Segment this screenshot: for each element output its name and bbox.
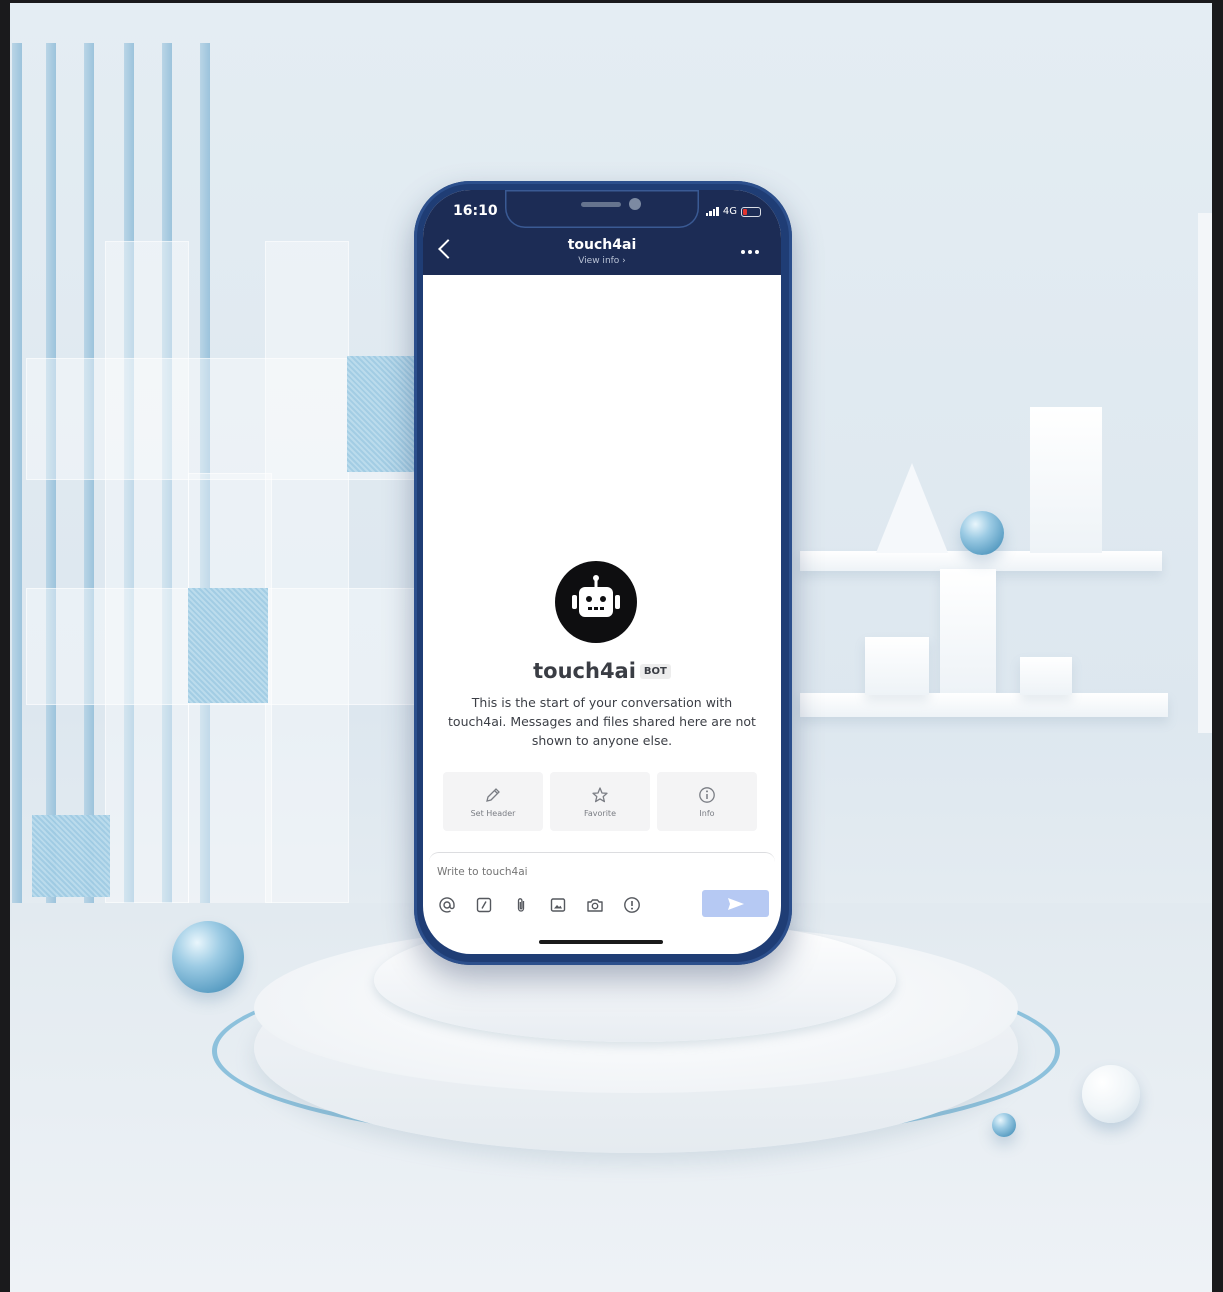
white-ball <box>1082 1065 1140 1123</box>
cone-decoration <box>876 463 948 553</box>
channel-actions: Set Header Favorite Info <box>443 772 759 831</box>
composer-toolbar <box>437 895 642 915</box>
bot-badge: BOT <box>639 664 671 679</box>
shelf-bottom <box>800 693 1168 717</box>
camera-icon[interactable] <box>585 895 605 915</box>
info-icon <box>699 786 715 803</box>
status-time: 16:10 <box>453 203 498 219</box>
conversation-intro: This is the start of your conversation w… <box>448 695 756 748</box>
view-info-link[interactable]: View info › <box>423 256 781 266</box>
more-options-icon[interactable] <box>741 250 759 254</box>
right-wall-slats <box>1198 213 1212 733</box>
robot-icon <box>572 575 620 617</box>
at-mention-icon[interactable] <box>437 895 457 915</box>
home-indicator <box>539 940 663 944</box>
set-header-button[interactable]: Set Header <box>443 772 543 831</box>
bot-name: touch4ai <box>533 659 636 683</box>
front-camera <box>629 198 641 210</box>
glass-ball <box>960 511 1004 555</box>
pencil-icon <box>486 787 500 802</box>
network-label: 4G <box>722 206 737 217</box>
image-icon[interactable] <box>548 895 568 915</box>
info-label: Info <box>699 808 715 818</box>
battery-icon <box>741 206 761 217</box>
phone-frame: 16:10 4G touch4ai View info › touch4ai B… <box>414 181 792 965</box>
favorite-button[interactable]: Favorite <box>550 772 650 831</box>
set-header-label: Set Header <box>470 808 516 818</box>
bot-avatar <box>555 561 637 643</box>
textured-tile <box>32 815 110 897</box>
small-blue-ball <box>992 1113 1016 1137</box>
phone-screen: 16:10 4G touch4ai View info › touch4ai B… <box>423 190 781 954</box>
send-button[interactable] <box>702 890 769 917</box>
bot-name-row: touch4ai BOT <box>423 659 781 683</box>
shelf-divider <box>940 569 996 693</box>
message-composer <box>429 852 775 954</box>
glass-pane <box>265 241 349 903</box>
cube-decoration <box>865 637 929 695</box>
textured-tile <box>188 588 268 703</box>
phone-notch <box>505 190 699 228</box>
status-icons: 4G <box>705 206 761 217</box>
signal-icon <box>705 207 719 216</box>
wall-slat <box>12 43 22 903</box>
chat-title[interactable]: touch4ai <box>423 237 781 253</box>
shelf-block <box>1030 407 1102 553</box>
message-input[interactable] <box>437 863 737 881</box>
slash-command-icon[interactable] <box>474 895 494 915</box>
star-icon <box>592 786 608 802</box>
send-icon <box>727 897 744 910</box>
attachment-icon[interactable] <box>511 895 531 915</box>
priority-icon[interactable] <box>622 895 642 915</box>
speaker-grille <box>581 202 621 207</box>
glass-pane <box>105 241 189 903</box>
chat-header: 16:10 4G touch4ai View info › <box>423 190 781 275</box>
glass-ball <box>172 921 244 993</box>
cube-decoration <box>1020 657 1072 695</box>
favorite-label: Favorite <box>584 808 616 818</box>
info-button[interactable]: Info <box>657 772 757 831</box>
